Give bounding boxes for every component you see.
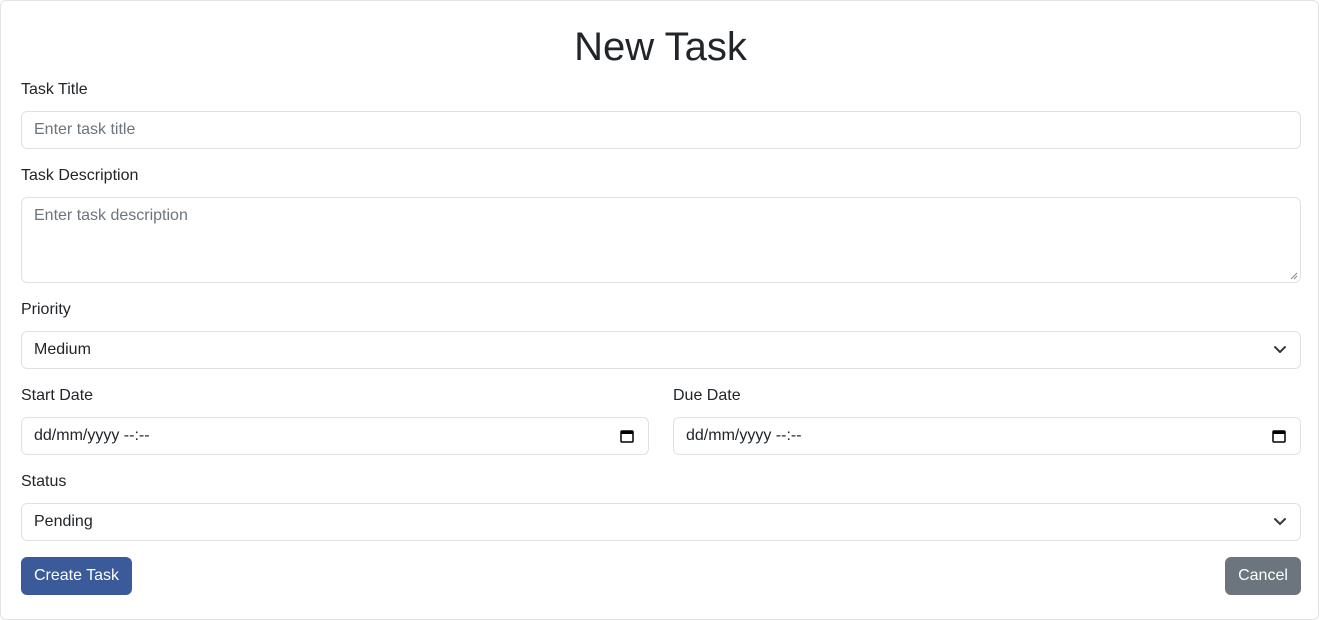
- task-title-placeholder: Enter task title: [34, 121, 136, 138]
- calendar-icon[interactable]: [619, 428, 635, 444]
- calendar-icon[interactable]: [1271, 428, 1287, 444]
- due-date-input[interactable]: dd/mm/yyyy --:--: [673, 417, 1301, 455]
- start-date-label: Start Date: [21, 387, 94, 404]
- priority-select[interactable]: Medium: [21, 331, 1301, 369]
- priority-label: Priority: [21, 301, 71, 318]
- status-select[interactable]: Pending: [21, 503, 1301, 541]
- status-value: Pending: [34, 513, 93, 530]
- priority-value: Medium: [34, 341, 91, 358]
- chevron-down-icon: [1274, 346, 1286, 353]
- create-task-button[interactable]: Create Task: [21, 557, 132, 595]
- task-title-label: Task Title: [21, 81, 88, 98]
- task-description-placeholder: Enter task description: [34, 207, 188, 224]
- task-description-textarea[interactable]: Enter task description: [21, 197, 1301, 283]
- cancel-button[interactable]: Cancel: [1225, 557, 1301, 595]
- page-title: New Task: [574, 25, 747, 69]
- start-date-input[interactable]: dd/mm/yyyy --:--: [21, 417, 649, 455]
- task-description-label: Task Description: [21, 167, 139, 184]
- due-date-value: dd/mm/yyyy --:--: [686, 427, 802, 444]
- task-title-input[interactable]: Enter task title: [21, 111, 1301, 149]
- chevron-down-icon: [1274, 518, 1286, 525]
- due-date-label: Due Date: [673, 387, 741, 404]
- status-label: Status: [21, 473, 67, 490]
- resize-grip-icon[interactable]: [1290, 272, 1298, 280]
- start-date-value: dd/mm/yyyy --:--: [34, 427, 150, 444]
